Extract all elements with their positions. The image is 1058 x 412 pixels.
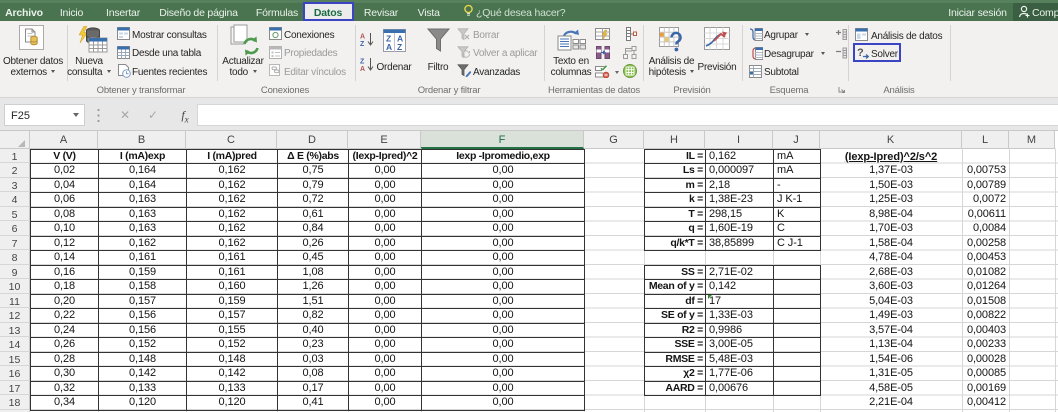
svg-text:Z: Z: [397, 42, 402, 52]
svg-text:A: A: [360, 34, 365, 41]
svg-text:Z: Z: [360, 41, 365, 48]
svg-text:?: ?: [857, 47, 864, 59]
svg-text:A: A: [386, 42, 392, 52]
